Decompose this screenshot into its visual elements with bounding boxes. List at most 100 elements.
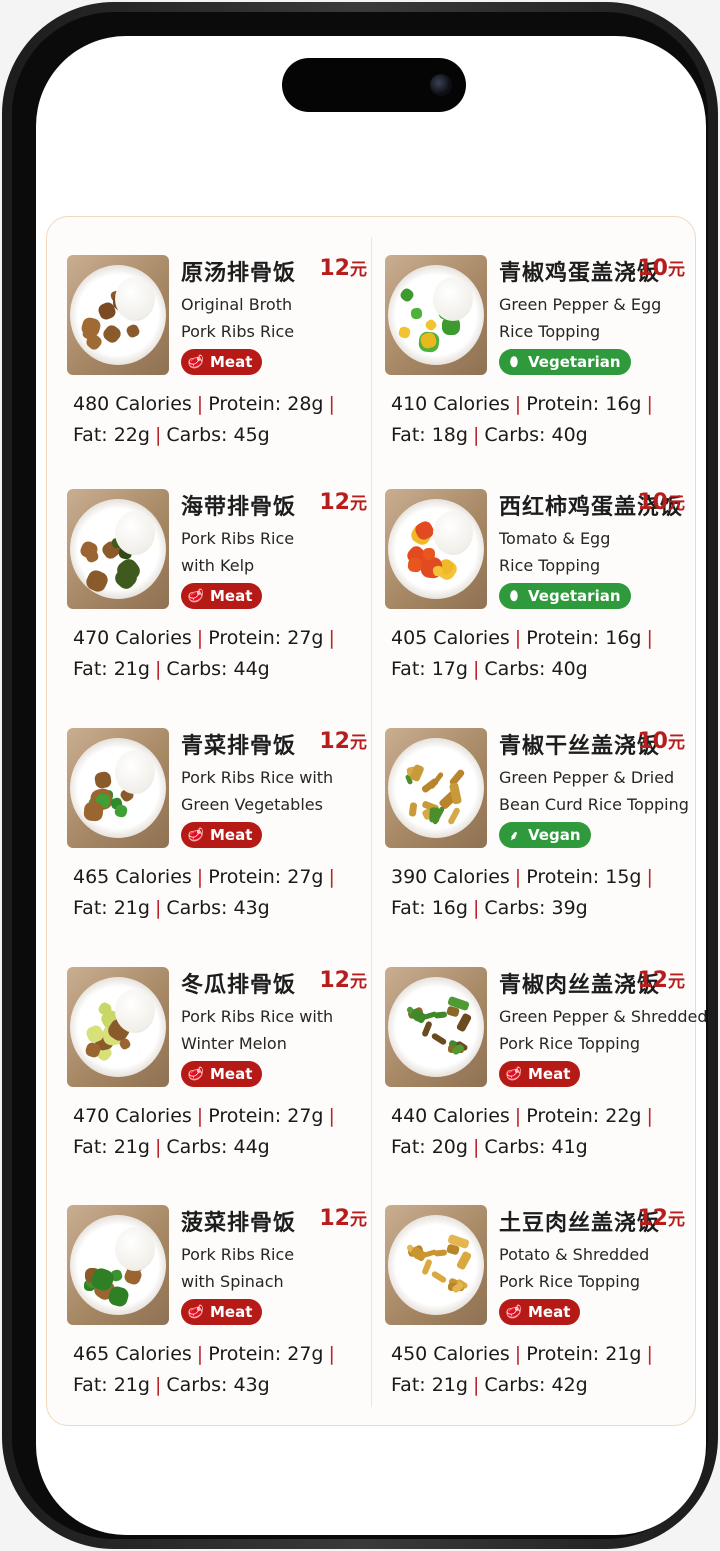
separator: |: [196, 1105, 204, 1127]
dish-name-english-line2: Pork Rice Topping: [499, 1272, 640, 1291]
menu-item[interactable]: 青椒肉丝盖浇饭 12元 Green Pepper & Shredded Pork Ri…: [385, 967, 706, 1177]
dish-name-english-line1: Original Broth: [181, 295, 293, 314]
calories: 390 Calories: [391, 866, 510, 888]
calories: 450 Calories: [391, 1343, 510, 1365]
price-currency: 元: [350, 1210, 367, 1230]
fat: Fat: 18g: [391, 424, 468, 446]
fat: Fat: 21g: [391, 1374, 468, 1396]
column-divider: [371, 237, 372, 1407]
price-value: 10: [637, 490, 668, 515]
dish-name-english-line2: Rice Topping: [499, 556, 601, 575]
diet-badge: ⸙ Vegan: [499, 822, 591, 848]
nutrition-line2: Fat: 21g | Carbs: 43g: [73, 893, 340, 924]
egg-icon: ⬮: [509, 354, 519, 370]
dish-name-english: Pork Ribs Rice with Kelp: [181, 525, 371, 579]
nutrition-info: 465 Calories | Protein: 27g | Fat: 21g | Carbs…: [73, 1339, 340, 1401]
nutrition-info: 390 Calories | Protein: 15g | Fat: 16g | Carbs…: [391, 862, 658, 924]
phone-bezel: 原汤排骨饭 12元 Original Broth Pork Ribs Rice 🥩 Mea…: [12, 12, 708, 1539]
fat: Fat: 20g: [391, 1136, 468, 1158]
fat: Fat: 16g: [391, 897, 468, 919]
dish-name-english-line2: Green Vegetables: [181, 795, 323, 814]
nutrition-info: 440 Calories | Protein: 22g | Fat: 20g | Carbs…: [391, 1101, 658, 1163]
separator: |: [472, 1136, 480, 1158]
carbs: Carbs: 41g: [484, 1136, 588, 1158]
menu-item[interactable]: 原汤排骨饭 12元 Original Broth Pork Ribs Rice 🥩 Mea…: [67, 255, 367, 465]
price-currency: 元: [668, 733, 685, 753]
meat-icon: 🥩: [187, 827, 205, 843]
dish-name-english: Green Pepper & Dried Bean Curd Rice Toppi…: [499, 764, 689, 818]
separator: |: [328, 866, 335, 888]
fat: Fat: 21g: [73, 897, 150, 919]
diet-badge-label: Meat: [528, 1065, 571, 1083]
plate-image: [70, 738, 166, 838]
carbs: Carbs: 44g: [166, 658, 270, 680]
carbs: Carbs: 42g: [484, 1374, 588, 1396]
nutrition-line2: Fat: 21g | Carbs: 44g: [73, 654, 340, 685]
dish-name-chinese: 青椒鸡蛋盖浇饭: [499, 261, 661, 286]
protein: Protein: 21g: [526, 1343, 642, 1365]
dish-name-chinese: 菠菜排骨饭: [181, 1211, 297, 1236]
price-value: 12: [319, 1206, 350, 1231]
diet-badge: 🥩 Meat: [499, 1299, 581, 1325]
dish-name-english-line1: Green Pepper & Egg: [499, 295, 662, 314]
dish-name-english-line1: Green Pepper & Dried: [499, 768, 675, 787]
nutrition-line1: 390 Calories | Protein: 15g |: [391, 862, 658, 893]
calories: 470 Calories: [73, 1105, 192, 1127]
protein: Protein: 16g: [526, 627, 642, 649]
calories: 465 Calories: [73, 866, 192, 888]
dish-price: 10元: [637, 728, 685, 754]
separator: |: [154, 424, 162, 446]
price-value: 10: [637, 729, 668, 754]
dish-name-chinese: 土豆肉丝盖浇饭: [499, 1211, 661, 1236]
price-value: 12: [637, 968, 668, 993]
dish-name-chinese: 冬瓜排骨饭: [181, 973, 297, 998]
menu-item[interactable]: 青椒鸡蛋盖浇饭 10元 Green Pepper & Egg Rice Topping…: [385, 255, 685, 465]
protein: Protein: 15g: [526, 866, 642, 888]
dish-name-english-line1: Pork Ribs Rice: [181, 529, 295, 548]
food-piece: [82, 801, 104, 822]
nutrition-info: 450 Calories | Protein: 21g | Fat: 21g | Carbs…: [391, 1339, 658, 1401]
protein: Protein: 27g: [208, 866, 324, 888]
rice-mound: [115, 989, 155, 1033]
separator: |: [472, 1374, 480, 1396]
price-value: 12: [319, 256, 350, 281]
menu-item[interactable]: 菠菜排骨饭 12元 Pork Ribs Rice with Spinach 🥩 Meat 4…: [67, 1205, 367, 1415]
rice-mound: [115, 511, 155, 555]
rice-mound: [433, 277, 473, 321]
dish-photo: [385, 728, 487, 848]
separator: |: [196, 627, 204, 649]
carbs: Carbs: 40g: [484, 658, 588, 680]
dish-price: 12元: [637, 1205, 685, 1231]
protein: Protein: 16g: [526, 393, 642, 415]
price-currency: 元: [350, 972, 367, 992]
carbs: Carbs: 43g: [166, 897, 270, 919]
nutrition-line2: Fat: 16g | Carbs: 39g: [391, 893, 658, 924]
dish-name-english: Potato & Shredded Pork Rice Topping: [499, 1241, 689, 1295]
dish-name-chinese: 青菜排骨饭: [181, 734, 297, 759]
nutrition-info: 480 Calories | Protein: 28g | Fat: 22g | Carbs…: [73, 389, 340, 451]
menu-item[interactable]: 冬瓜排骨饭 12元 Pork Ribs Rice with Winter Melon 🥩…: [67, 967, 367, 1177]
nutrition-line2: Fat: 21g | Carbs: 44g: [73, 1132, 340, 1163]
carbs: Carbs: 44g: [166, 1136, 270, 1158]
dish-name-english-line2: Pork Rice Topping: [499, 1034, 640, 1053]
menu-item[interactable]: 土豆肉丝盖浇饭 12元 Potato & Shredded Pork Rice Top…: [385, 1205, 685, 1415]
nutrition-info: 470 Calories | Protein: 27g | Fat: 21g | Carbs…: [73, 1101, 340, 1163]
separator: |: [154, 897, 162, 919]
separator: |: [646, 1343, 653, 1365]
menu-item[interactable]: 西红柿鸡蛋盖浇饭 10元 Tomato & Egg Rice Topping ⬮ Vege…: [385, 489, 685, 699]
menu-item[interactable]: 海带排骨饭 12元 Pork Ribs Rice with Kelp 🥩 Meat 470 …: [67, 489, 367, 699]
menu-item[interactable]: 青菜排骨饭 12元 Pork Ribs Rice with Green Vegetab…: [67, 728, 367, 938]
protein: Protein: 27g: [208, 627, 324, 649]
price-currency: 元: [668, 1210, 685, 1230]
menu-item[interactable]: 青椒干丝盖浇饭 10元 Green Pepper & Dried Bean Curd …: [385, 728, 689, 938]
dish-price: 12元: [319, 489, 367, 515]
dish-price: 12元: [319, 1205, 367, 1231]
price-currency: 元: [350, 733, 367, 753]
dish-photo: [385, 489, 487, 609]
separator: |: [514, 866, 522, 888]
carbs: Carbs: 39g: [484, 897, 588, 919]
diet-badge-label: Meat: [528, 1303, 571, 1321]
separator: |: [646, 1105, 653, 1127]
meat-icon: 🥩: [187, 354, 205, 370]
separator: |: [196, 393, 204, 415]
